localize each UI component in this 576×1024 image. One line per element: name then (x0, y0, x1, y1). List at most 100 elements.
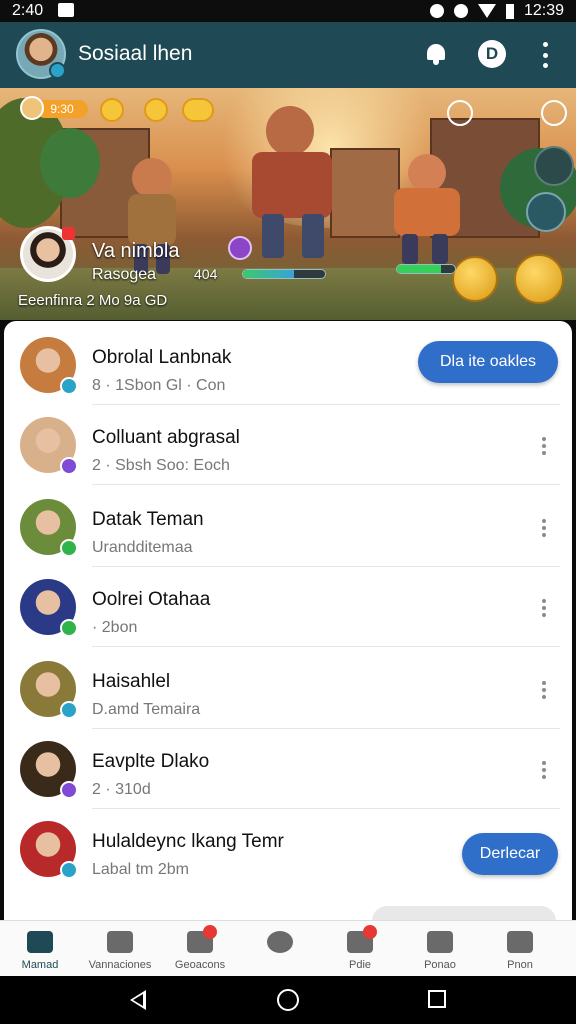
alarm-icon (429, 4, 444, 18)
profile-button[interactable]: D (478, 40, 506, 68)
divider (92, 484, 560, 485)
home-icon (27, 931, 53, 953)
feather-action-icon[interactable] (514, 254, 564, 304)
emoji-icon (144, 98, 168, 122)
friend-activity: 2 · Sbsh Soo: Eoch (92, 457, 230, 474)
friend-name: Oolrei Otahaa (92, 589, 211, 610)
status-badge (60, 861, 78, 879)
row-more-icon[interactable] (541, 599, 547, 617)
gift-icon (347, 925, 377, 953)
no-sound-icon[interactable] (541, 100, 567, 126)
friend-avatar[interactable] (20, 417, 78, 475)
row-more-icon[interactable] (541, 437, 547, 455)
friend-action-button[interactable]: Derlecar (462, 833, 558, 875)
person-icon (507, 931, 533, 953)
camera-icon (427, 931, 453, 953)
nav-label: Pnon (507, 959, 533, 971)
status-badge (60, 701, 78, 719)
friend-name: Eavplte Dlako (92, 751, 210, 772)
row-more-icon[interactable] (541, 681, 547, 699)
status-badge (60, 377, 78, 395)
friend-name: Haisahlel (92, 671, 171, 692)
user-avatar[interactable] (16, 29, 66, 79)
player-footer: Eeenfinra 2 Mo 9a GD (18, 292, 168, 309)
list-item[interactable]: Eavplte Dlako 2 · 310d (4, 729, 572, 809)
online-badge (49, 62, 66, 79)
home-circle-icon[interactable] (277, 989, 299, 1011)
battery-icon (505, 3, 514, 19)
friend-avatar[interactable] (20, 661, 78, 719)
friend-activity: · 2bon (92, 619, 138, 636)
notifications-icon[interactable] (424, 42, 448, 66)
friend-activity: Labal tm 2bm (92, 861, 189, 878)
friend-name: Obrolal Lanbnak (92, 347, 232, 368)
divider (92, 646, 560, 647)
partial-action-button[interactable] (372, 906, 556, 921)
back-icon[interactable] (130, 990, 146, 1010)
settings-wheel-icon[interactable] (534, 146, 574, 186)
status-time: 2:40 (12, 2, 44, 19)
overflow-menu-icon[interactable] (540, 42, 550, 68)
list-item[interactable]: Hulaldeync lkang Temr Labal tm 2bm Derleca… (4, 809, 572, 889)
system-navigation-bar (0, 976, 576, 1024)
friend-name: Datak Teman (92, 509, 204, 530)
friends-list: Obrolal Lanbnak 8 · 1Sbon Gl · Con Dla ite… (4, 321, 572, 921)
friend-activity: D.amd Temaira (92, 701, 201, 718)
row-more-icon[interactable] (541, 761, 547, 779)
nav-item[interactable]: Pdie (321, 925, 399, 977)
nav-label: Pdie (348, 959, 372, 971)
friend-avatar[interactable] (20, 579, 78, 637)
status-badge (60, 539, 78, 557)
sync-icon (453, 4, 468, 18)
row-more-icon[interactable] (541, 519, 547, 537)
xp-progress-bar (242, 269, 326, 279)
bottom-navigation: Mamad Vannaciones Geoacons Pdie Ponao Pnon (0, 920, 576, 976)
magic-orb-icon (228, 236, 252, 260)
hud-avatar[interactable] (20, 96, 44, 120)
nav-item[interactable]: Mamad (1, 925, 79, 977)
coin-counter-icon (182, 98, 214, 122)
notification-badge (62, 227, 75, 240)
friend-action-button[interactable]: Dla ite oakles (418, 341, 558, 383)
status-clock: 12:39 (523, 2, 564, 19)
nav-item[interactable]: Geoacons (161, 925, 239, 977)
notification-dot (203, 925, 217, 939)
friend-activity: Urandditemaa (92, 539, 193, 556)
friend-activity: 8 · 1Sbon Gl · Con (92, 377, 226, 394)
timer-icon[interactable] (447, 100, 473, 126)
friend-avatar[interactable] (20, 741, 78, 799)
nav-item[interactable]: Pnon (481, 925, 559, 977)
nav-item[interactable]: Vannaciones (81, 925, 159, 977)
player-avatar[interactable] (20, 226, 76, 282)
image-notification-icon (58, 3, 74, 17)
app-bar: Sosiaal lhen D (0, 22, 576, 88)
list-item[interactable]: Haisahlel D.amd Temaira (4, 649, 572, 729)
list-item[interactable]: Colluant abgrasal 2 · Sbsh Soo: Eoch (4, 405, 572, 485)
friend-activity: 2 · 310d (92, 781, 151, 798)
health-progress-bar (396, 264, 456, 274)
app-title: Sosiaal lhen (78, 42, 193, 65)
nav-label: Vannaciones (88, 959, 152, 971)
player-level: 404 (194, 266, 218, 282)
attack-action-icon[interactable] (452, 256, 498, 302)
boost-icon[interactable] (526, 192, 566, 232)
friend-avatar[interactable] (20, 499, 78, 557)
recents-icon[interactable] (428, 990, 446, 1008)
friend-avatar[interactable] (20, 821, 78, 879)
tree (40, 128, 100, 198)
notification-dot (363, 925, 377, 939)
face-icon (107, 931, 133, 953)
list-item[interactable]: Obrolal Lanbnak 8 · 1Sbon Gl · Con Dla ite… (4, 325, 572, 405)
status-badge (60, 457, 78, 475)
list-item[interactable]: Datak Teman Urandditemaa (4, 487, 572, 567)
nav-item[interactable] (241, 925, 319, 977)
nav-label: Mamad (21, 959, 59, 971)
game-banner[interactable]: 9:30 Va nimbla Rasogea 404 Eeenfinra 2 M… (0, 88, 576, 320)
list-item[interactable]: Oolrei Otahaa · 2bon (4, 567, 572, 647)
nav-item[interactable]: Ponao (401, 925, 479, 977)
friend-avatar[interactable] (20, 337, 78, 395)
player-status: Rasogea (92, 266, 157, 283)
status-icons: 12:39 (429, 2, 564, 20)
friend-name: Colluant abgrasal (92, 427, 240, 448)
background-house (330, 148, 400, 238)
